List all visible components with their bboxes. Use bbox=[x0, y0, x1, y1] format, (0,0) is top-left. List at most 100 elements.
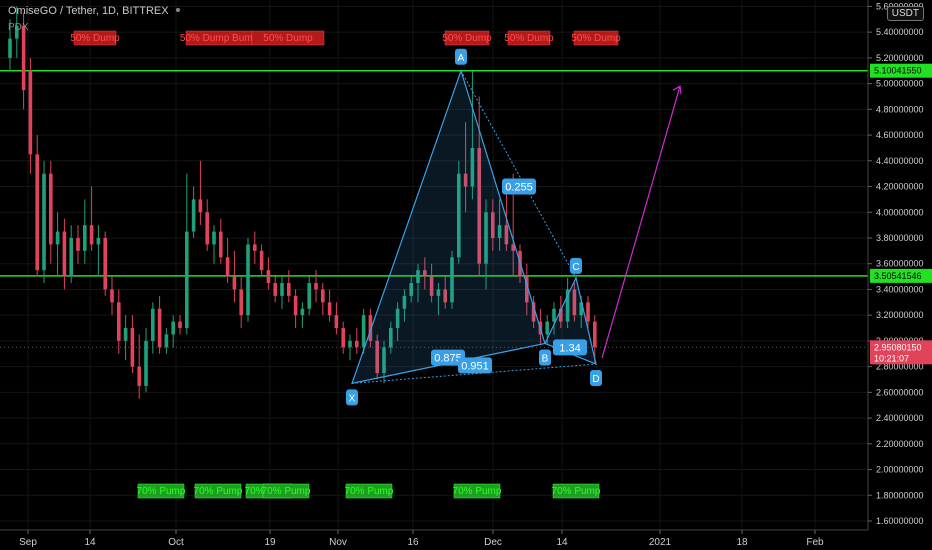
candle-body bbox=[76, 237, 80, 251]
candle-body bbox=[49, 173, 53, 245]
y-tick-label: 3.20000000 bbox=[876, 310, 924, 320]
candle-body bbox=[171, 321, 175, 335]
candle-body bbox=[117, 302, 121, 341]
candle-body bbox=[293, 295, 298, 316]
y-tick-label: 4.00000000 bbox=[876, 207, 924, 217]
pump-tag-label: 70% Pump bbox=[194, 486, 243, 497]
candle-body bbox=[103, 237, 107, 290]
candle-body bbox=[246, 244, 250, 316]
ratio-label: 0.875 bbox=[434, 353, 462, 365]
candle-body bbox=[355, 340, 359, 348]
current-price-label: 2.95080150 bbox=[874, 342, 922, 352]
y-tick-label: 4.20000000 bbox=[876, 182, 924, 192]
pump-dump-annotations: 50% Dump 50% Dump Bump 50% Dump 50% Dump 50%… bbox=[70, 30, 621, 499]
candle-body bbox=[191, 199, 196, 232]
y-tick-label: 3.80000000 bbox=[876, 233, 924, 243]
candle-body bbox=[545, 321, 549, 335]
candle-body bbox=[35, 154, 39, 271]
candle-body bbox=[42, 173, 46, 271]
y-tick-label: 4.40000000 bbox=[876, 156, 924, 166]
candle-body bbox=[225, 257, 230, 277]
x-tick-label: 2021 bbox=[649, 537, 672, 548]
price-axis: 5.600000005.400000005.200000005.00000000… bbox=[867, 0, 932, 550]
candle-body bbox=[219, 231, 223, 258]
candle-body bbox=[586, 302, 590, 322]
pattern-xab-triangle bbox=[351, 68, 546, 385]
candle-body bbox=[62, 231, 67, 277]
ratio-label: 0.255 bbox=[505, 182, 533, 194]
dump-tag-label: 50% Dump bbox=[442, 33, 492, 44]
candle-body bbox=[83, 225, 87, 251]
pattern-point-label: B bbox=[542, 353, 549, 364]
x-tick-label: 14 bbox=[556, 537, 568, 548]
candle-body bbox=[287, 283, 291, 296]
candle-body bbox=[185, 231, 189, 329]
x-tick-label: Dec bbox=[484, 537, 502, 548]
candle-body bbox=[21, 25, 26, 91]
candle-body bbox=[164, 334, 169, 348]
time-axis: Sep 14 Oct 19 Nov 16 Dec 14 2021 18 Feb bbox=[0, 529, 932, 550]
candle-body bbox=[157, 308, 162, 348]
candle-body bbox=[307, 283, 311, 309]
dump-tag-label: 50% Dump bbox=[504, 33, 554, 44]
candle-body bbox=[130, 328, 135, 367]
dump-tag-label: 50% Dump bbox=[571, 33, 621, 44]
time-axis-bg bbox=[0, 530, 932, 550]
candle-body bbox=[239, 289, 243, 316]
symbol-title: OmiseGO / Tether, 1D, BITTREX bbox=[8, 5, 169, 17]
candle-body bbox=[273, 283, 277, 296]
candle-body bbox=[300, 308, 305, 316]
y-tick-label: 3.40000000 bbox=[876, 284, 924, 294]
pump-tag-label: 70% Pump bbox=[262, 486, 311, 497]
currency-button[interactable]: USDT bbox=[886, 6, 924, 21]
pump-tag-label: 70% Pump bbox=[137, 486, 186, 497]
candle-body bbox=[348, 340, 352, 348]
candle-body bbox=[137, 366, 141, 386]
candle-body bbox=[69, 237, 73, 277]
x-tick-label: Sep bbox=[19, 537, 37, 548]
candle-body bbox=[96, 237, 101, 245]
candle-body bbox=[123, 328, 128, 341]
dump-tag-label: 50% Dump bbox=[70, 33, 120, 44]
pattern-point-label: C bbox=[572, 262, 579, 273]
y-tick-label: 2.60000000 bbox=[876, 387, 924, 397]
dump-tag-label: 50% Dump Bump bbox=[180, 33, 259, 44]
candle-body bbox=[28, 70, 33, 155]
y-tick-label: 2.00000000 bbox=[876, 465, 924, 475]
chart-canvas[interactable]: XABCD0.2550.8750.9511.34 50% Dump 50% Dum… bbox=[0, 0, 932, 550]
candle-body bbox=[341, 328, 345, 348]
projection-arrowhead bbox=[672, 85, 682, 95]
candle-body bbox=[593, 321, 597, 348]
candle-body bbox=[552, 308, 556, 322]
candle-body bbox=[205, 212, 209, 245]
countdown-label: 10:21:07 bbox=[874, 353, 909, 363]
level-price-label: 5.10041550 bbox=[874, 66, 922, 76]
pattern-point-label: A bbox=[458, 53, 465, 64]
y-tick-label: 5.20000000 bbox=[876, 53, 924, 63]
pump-tag-label: 70% Pump bbox=[345, 486, 394, 497]
x-tick-label: Oct bbox=[168, 537, 184, 548]
y-tick-label: 2.40000000 bbox=[876, 413, 924, 423]
level-price-label: 3.50541546 bbox=[874, 271, 922, 281]
projection-arrow bbox=[601, 86, 681, 359]
candle-body bbox=[327, 302, 332, 316]
y-tick-label: 3.60000000 bbox=[876, 259, 924, 269]
candle-body bbox=[253, 244, 257, 251]
candle-body bbox=[110, 289, 114, 303]
pattern-point-label: X bbox=[349, 393, 356, 404]
y-tick-label: 4.60000000 bbox=[876, 130, 924, 140]
x-tick-label: 18 bbox=[736, 537, 748, 548]
chart-title: OmiseGO / Tether, 1D, BITTREX bbox=[8, 5, 184, 17]
x-tick-label: 19 bbox=[264, 537, 276, 548]
indicator-label: PDX bbox=[8, 22, 29, 33]
candle-body bbox=[280, 283, 284, 296]
candle-body bbox=[8, 38, 12, 58]
pump-tag-label: 70% Pump bbox=[552, 486, 601, 497]
candle-body bbox=[361, 315, 366, 348]
y-tick-label: 1.80000000 bbox=[876, 490, 924, 500]
candle-body bbox=[259, 250, 264, 271]
y-tick-label: 5.40000000 bbox=[876, 27, 924, 37]
ratio-label: 1.34 bbox=[559, 342, 580, 354]
candle-body bbox=[212, 231, 216, 245]
candle-body bbox=[55, 231, 60, 245]
